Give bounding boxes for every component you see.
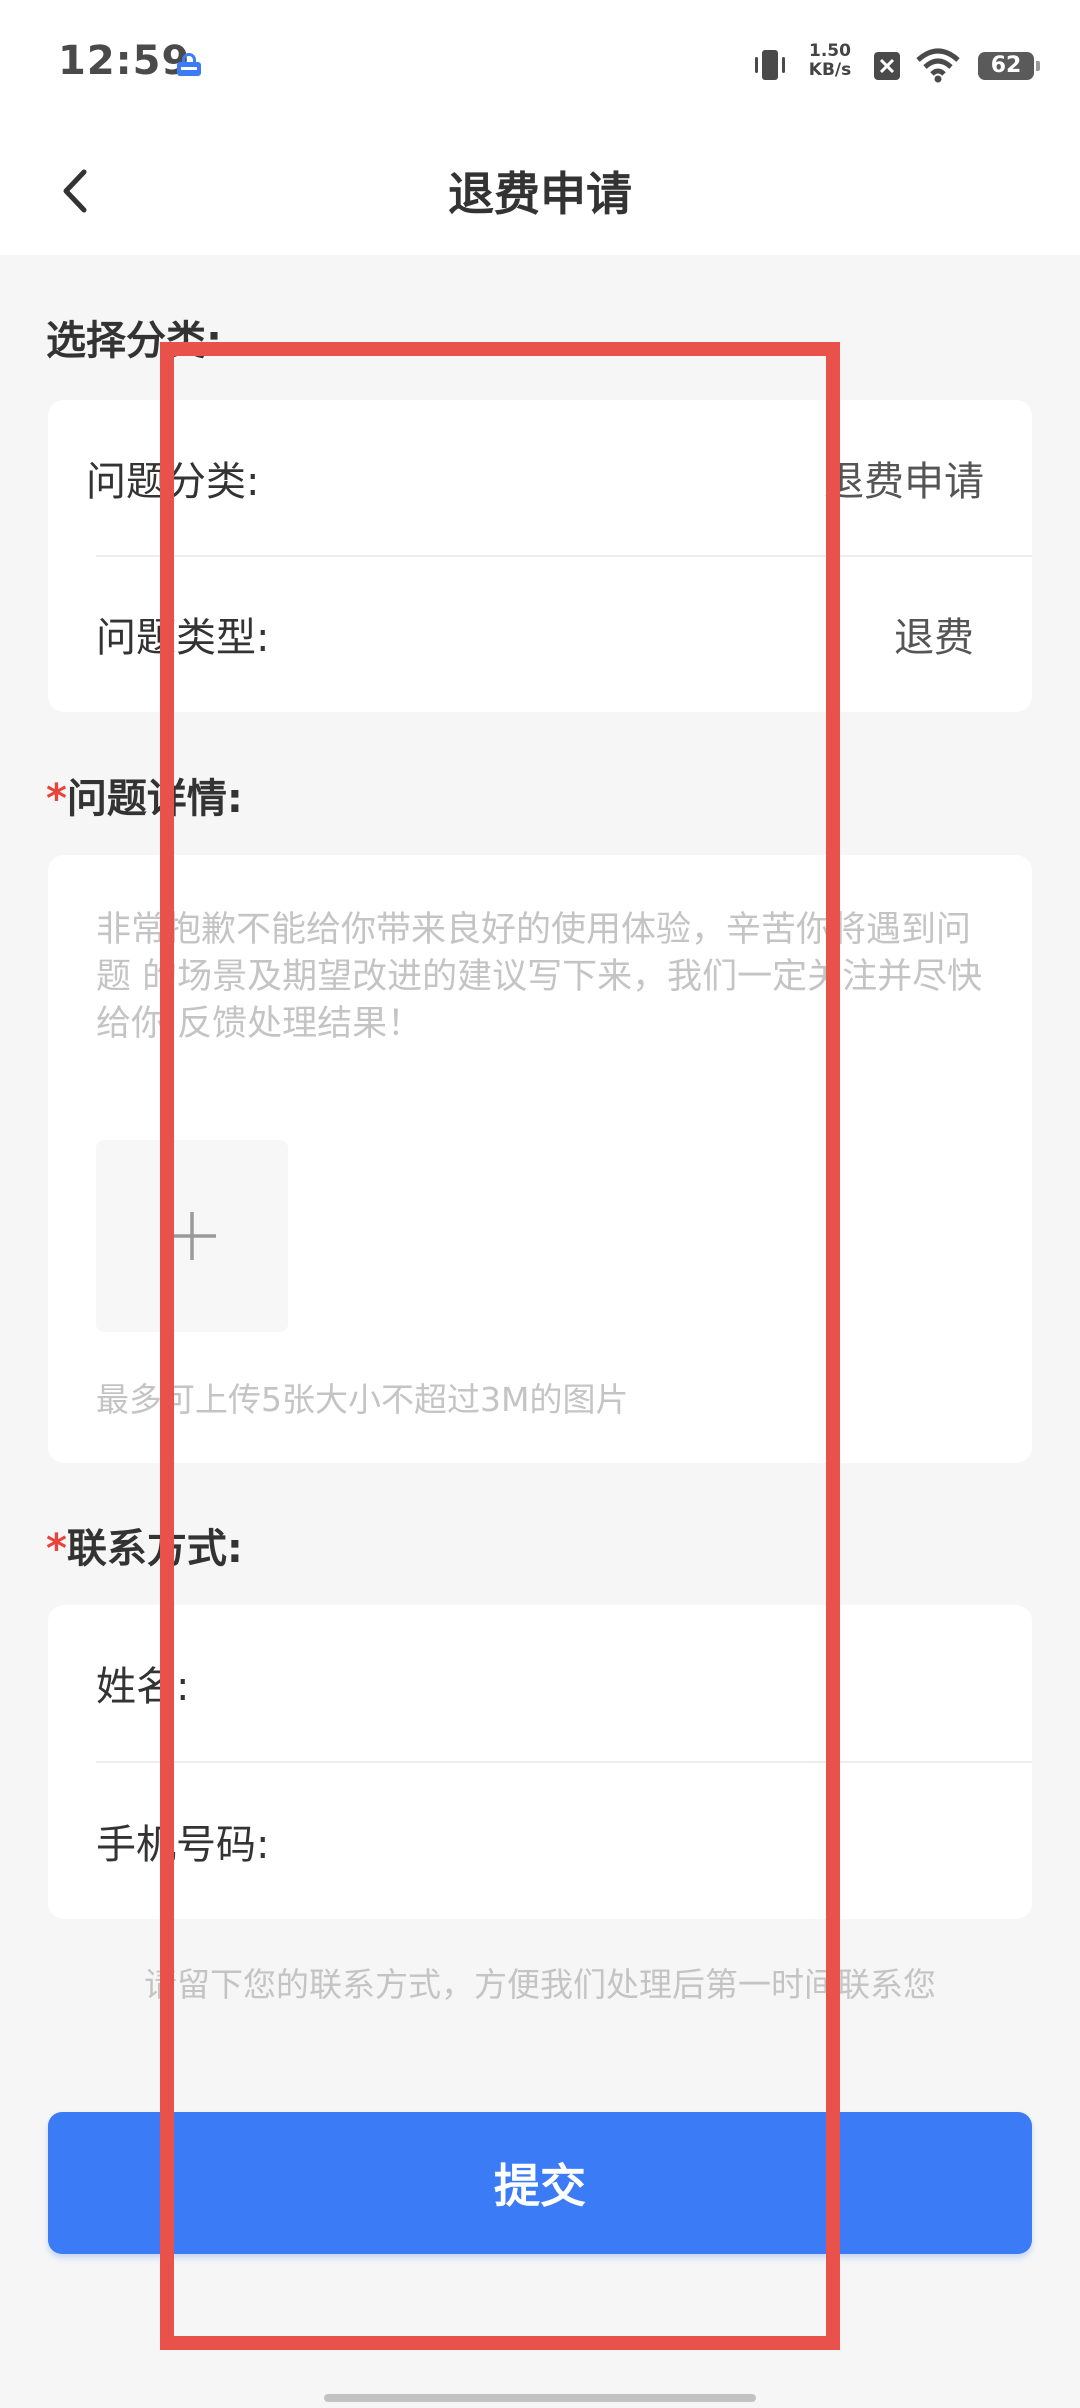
contact-title-text: 联系方式: <box>66 1526 243 1572</box>
problem-type-row[interactable]: 问题类型: 退费 <box>48 556 1032 712</box>
contact-section-title: *联系方式: <box>46 1516 243 1574</box>
contact-card: 姓名: 手机号码: <box>48 1605 1032 1919</box>
detail-textarea[interactable]: 非常抱歉不能给你带来良好的使用体验，辛苦你将遇到问题 的场景及期望改进的建议写下… <box>96 907 986 1048</box>
sim-disabled-icon <box>874 52 900 80</box>
detail-title-text: 问题详情: <box>66 776 243 822</box>
category-value: 退费申请 <box>824 459 984 505</box>
upload-hint: 最多可上传5张大小不超过3M的图片 <box>96 1380 629 1419</box>
name-input[interactable] <box>278 1653 984 1713</box>
phone-input[interactable] <box>338 1811 984 1871</box>
wifi-icon <box>916 48 960 83</box>
category-card: 问题分类: 退费申请 问题类型: 退费 <box>48 400 1032 712</box>
problem-type-label: 问题类型: <box>96 615 270 661</box>
phone-label: 手机号码: <box>96 1822 270 1868</box>
detail-card: 非常抱歉不能给你带来良好的使用体验，辛苦你将遇到问题 的场景及期望改进的建议写下… <box>48 855 1032 1463</box>
required-mark: * <box>46 1526 67 1572</box>
status-time: 12:59 <box>58 38 191 84</box>
required-mark: * <box>46 776 67 822</box>
vibrate-icon <box>755 50 785 80</box>
battery-indicator: 62 <box>978 52 1040 80</box>
plus-icon <box>168 1212 216 1260</box>
nav-bar: 退费申请 <box>0 130 1080 255</box>
page: 12:59 1.50 KB/s 62 退费申请 选择分类: 问题分类: 退费申请… <box>0 0 1080 2408</box>
contact-hint: 请留下您的联系方式，方便我们处理后第一时间联系您 <box>144 1965 936 2004</box>
problem-type-value: 退费 <box>894 615 974 661</box>
app-notification-icon <box>177 53 201 76</box>
name-label: 姓名: <box>96 1664 190 1710</box>
phone-row: 手机号码: <box>48 1763 1032 1919</box>
status-bar: 12:59 1.50 KB/s 62 <box>0 0 1080 130</box>
network-speed-value: 1.50 <box>809 41 851 61</box>
category-row[interactable]: 问题分类: 退费申请 <box>48 400 1032 556</box>
page-title: 退费申请 <box>448 167 632 221</box>
home-indicator[interactable] <box>324 2394 756 2402</box>
status-icons: 1.50 KB/s 62 <box>750 40 1040 90</box>
category-label: 问题分类: <box>86 459 260 505</box>
category-section-title: 选择分类: <box>46 318 222 364</box>
name-row: 姓名: <box>48 1605 1032 1761</box>
network-speed-unit: KB/s <box>808 60 852 80</box>
detail-section-title: *问题详情: <box>46 766 243 824</box>
submit-button[interactable]: 提交 <box>48 2112 1032 2254</box>
network-speed: 1.50 KB/s <box>800 42 860 80</box>
image-upload-button[interactable] <box>96 1140 288 1332</box>
